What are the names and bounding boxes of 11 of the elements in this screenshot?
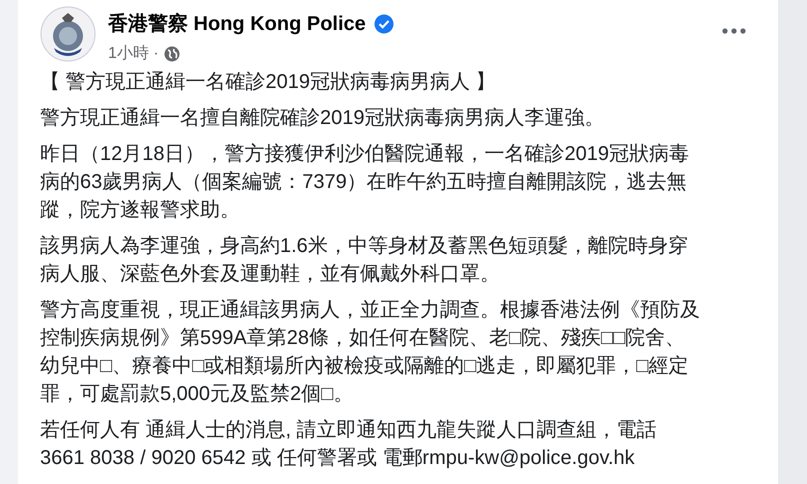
author-name[interactable]: 香港警察 Hong Kong Police [108, 10, 366, 37]
post-paragraph: 警方現正通緝一名擅自離院確診2019冠狀病毒病男病人李運強。 [40, 106, 606, 131]
post-paragraph: 若任何人有 通緝人士的消息, 請立即通知西九龍失蹤人口調查組，電話 3661 8038 / 9020 6542 或 任何警署或 電郵rmpu-kw@police.gov.hk [40, 418, 658, 471]
post-time[interactable]: 1小時 · [108, 43, 159, 64]
police-emblem-icon[interactable] [40, 6, 96, 62]
globe-icon [164, 46, 180, 62]
post-paragraph: 昨日（12月18日），警方接獲伊利沙伯醫院通報，一名確診2019冠狀病毒病的63歲男病人（個案編號：7379）在昨午約五時擅自離開該院，逃去無蹤，院方遂報警求助。 [40, 142, 690, 223]
more-options-icon[interactable] [722, 28, 746, 34]
post-paragraph: 該男病人為李運強，身高約1.6米，中等身材及蓄黑色短頭髮，離院時身穿病人服、深藍色外套及運動鞋，並有佩戴外科口罩。 [40, 234, 689, 287]
post-title: 【 警方現正通緝一名確診2019冠狀病毒病男病人 】 [40, 70, 497, 95]
post-paragraph: 警方高度重視，現正通緝該男病人，並正全力調查。根據香港法例《預防及控制疾病規例》第599A章第28條，如任何在醫院、老□院、殘疾□□院舍、幼兒中□、療養中□或相類場所內被檢疫或隔離的□逃走，即屬犯罪，□經定罪，可處罰款5,000元及監禁2個□。 [40, 298, 700, 407]
